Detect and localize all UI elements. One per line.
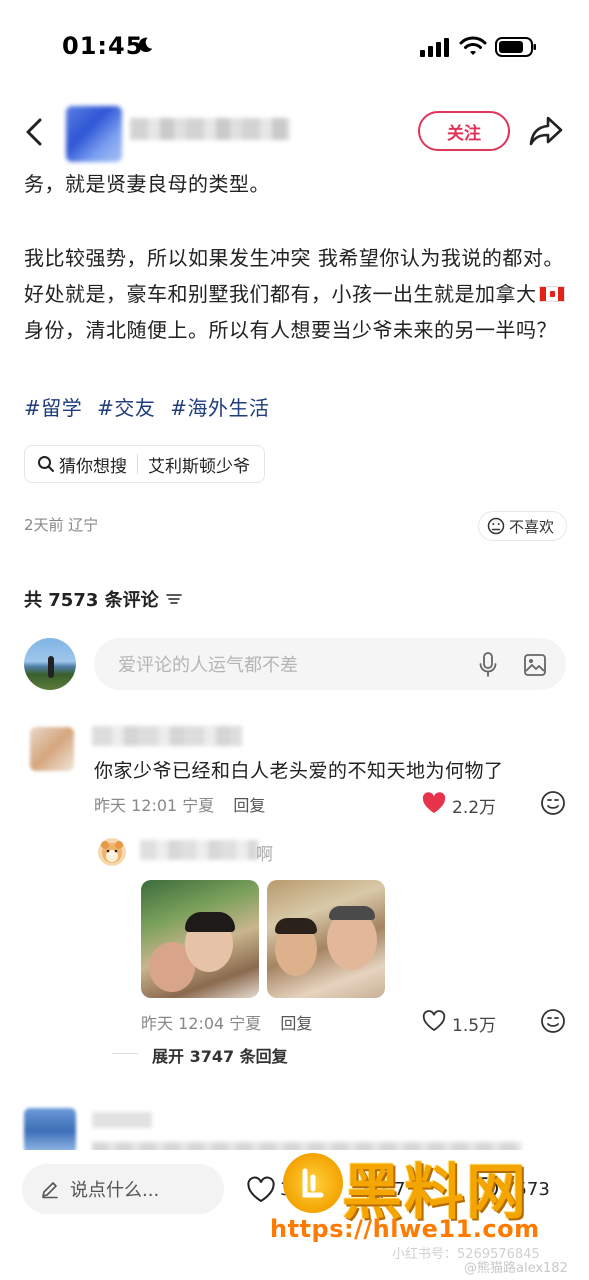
watermark-emblem-icon [302, 1168, 324, 1198]
search-chip-label: 猜你想搜 [59, 456, 127, 477]
battery-icon [495, 37, 536, 57]
post-meta: 2天前 辽宁 [24, 516, 99, 534]
heart-outline-icon[interactable] [422, 1010, 446, 1032]
status-bar: 01:45 [0, 0, 589, 90]
commenter-name-blurred[interactable] [92, 1112, 152, 1128]
tag-friends[interactable]: #交友 [97, 396, 155, 420]
post-text-continued: 务，就是贤妻良母的类型。 [24, 172, 270, 196]
reply-time: 昨天 12:04 [141, 1014, 225, 1033]
heart-filled-icon[interactable] [422, 792, 446, 814]
follow-button[interactable]: 关注 [418, 111, 510, 151]
search-icon [38, 456, 54, 472]
comment-meta: 昨天 12:01 宁夏 回复 [94, 792, 265, 816]
replier-avatar[interactable] [98, 838, 126, 866]
post-tags: #留学 #交友 #海外生活 [24, 392, 278, 421]
microphone-icon[interactable] [478, 652, 498, 678]
moon-icon [138, 37, 153, 53]
pencil-icon [42, 1182, 58, 1199]
dislike-button[interactable]: 不喜欢 [478, 511, 568, 541]
author-avatar[interactable] [66, 106, 122, 162]
reply-like-count: 1.5万 [452, 1016, 497, 1036]
comments-header: 共 7573 条评论 [24, 590, 159, 611]
wifi-icon [459, 36, 487, 55]
back-arrow-icon[interactable] [22, 116, 46, 148]
comment-time: 昨天 12:01 [94, 796, 178, 815]
commenter-avatar[interactable] [24, 1108, 76, 1154]
signal-icon [420, 38, 449, 57]
share-icon[interactable] [528, 114, 564, 148]
current-user-avatar [24, 638, 76, 690]
say-placeholder: 说点什么... [70, 1180, 160, 1201]
replier-name-blurred[interactable] [140, 840, 258, 860]
search-suggestion-chip[interactable]: 猜你想搜 艾利斯顿少爷 [24, 445, 265, 483]
post-header: 关注 [0, 100, 589, 164]
like-heart-icon[interactable] [246, 1176, 276, 1204]
search-chip-query: 艾利斯顿少爷 [148, 456, 250, 477]
comments-count[interactable]: 共 7573 条评论 [24, 586, 183, 612]
comment-reply-button[interactable]: 回复 [233, 796, 265, 815]
expand-replies-button[interactable]: 展开 3747 条回复 [152, 1043, 288, 1067]
tag-overseas-life[interactable]: #海外生活 [170, 396, 269, 420]
watermark-logo [283, 1153, 343, 1213]
reply-reply-button[interactable]: 回复 [280, 1014, 312, 1033]
commenter-name-blurred[interactable] [92, 726, 242, 746]
hamster-avatar-icon [101, 841, 123, 863]
frown-face-icon [487, 517, 505, 535]
reply-photo-1[interactable] [141, 880, 259, 998]
post-paragraph-part1: 我比较强势，所以如果发生冲突 我希望你认为我说的都对。好处就是，豪车和别墅我们都… [24, 246, 564, 306]
comment-like-count: 2.2万 [452, 798, 497, 818]
replier-name-tail: 啊 [256, 845, 273, 865]
watermark-handle: @熊猫路alex182 [464, 1261, 568, 1276]
canada-flag-icon [538, 286, 565, 302]
comment-location: 宁夏 [182, 796, 215, 815]
reply-photo-2[interactable] [267, 880, 385, 998]
status-time: 01:45 [62, 32, 144, 60]
emoji-react-icon[interactable] [540, 790, 566, 816]
reply-meta: 昨天 12:04 宁夏 回复 [141, 1010, 312, 1034]
reply-location: 宁夏 [229, 1014, 262, 1033]
image-icon[interactable] [523, 653, 547, 677]
tag-study-abroad[interactable]: #留学 [24, 396, 82, 420]
author-name-blurred[interactable] [130, 118, 290, 140]
dislike-label: 不喜欢 [509, 517, 555, 536]
chip-divider [137, 454, 138, 474]
comment-text: 你家少爷已经和白人老头爱的不知天地为何物了 [94, 760, 504, 782]
post-paragraph: 我比较强势，所以如果发生冲突 我希望你认为我说的都对。好处就是，豪车和别墅我们都… [24, 240, 569, 348]
sort-icon [165, 594, 182, 604]
emoji-react-icon[interactable] [540, 1008, 566, 1034]
post-paragraph-part2: 身份，清北随便上。所以有人想要当少爷未来的另一半吗？ [24, 318, 557, 342]
watermark-url: https://hlwe11.com [270, 1215, 540, 1243]
say-something-input[interactable]: 说点什么... [22, 1164, 224, 1214]
expand-divider [112, 1053, 138, 1054]
commenter-avatar[interactable] [30, 727, 74, 771]
